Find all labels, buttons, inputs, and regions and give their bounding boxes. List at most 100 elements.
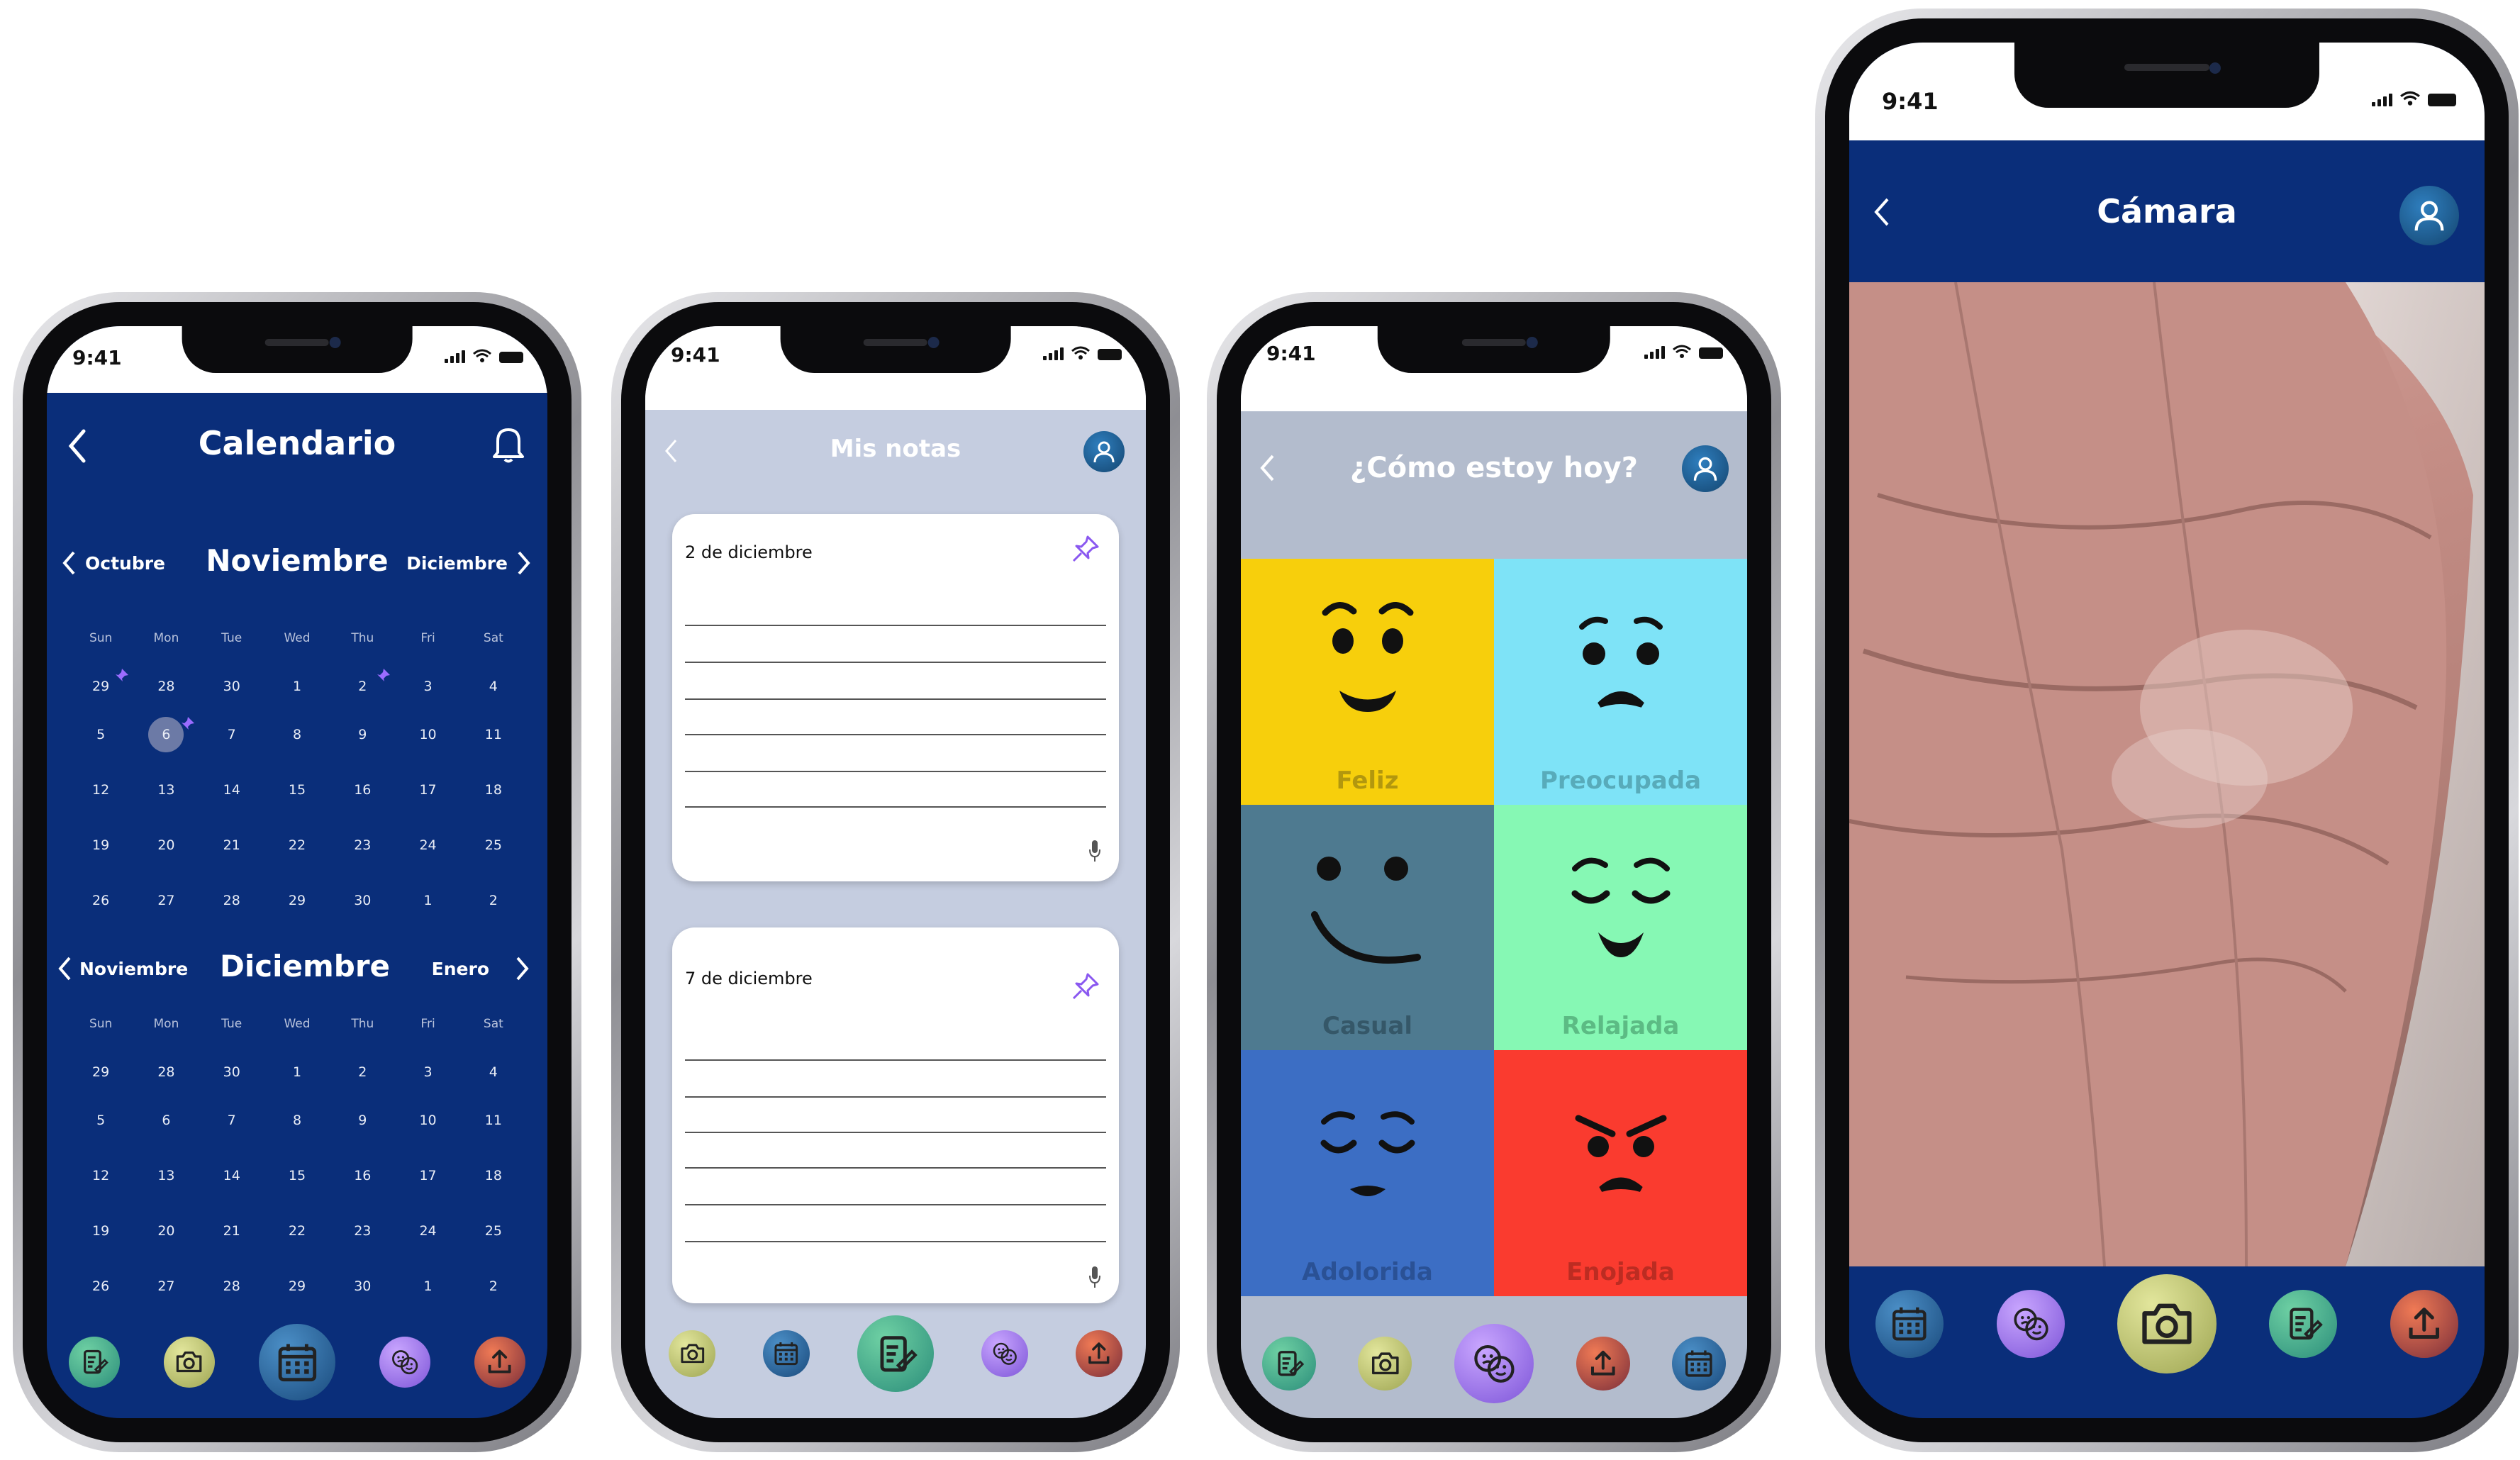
chevron-right-icon[interactable] [515, 956, 530, 981]
calendar-day[interactable]: 28 [199, 886, 264, 942]
mood-enojada[interactable]: Enojada [1494, 1050, 1747, 1296]
calendar-day[interactable]: 28 [133, 1058, 199, 1106]
calendar-day[interactable]: 9 [330, 1106, 395, 1161]
nav-mood-button[interactable] [379, 1337, 430, 1388]
calendar-day[interactable]: 8 [264, 1106, 330, 1161]
calendar-day[interactable]: 4 [461, 672, 526, 720]
nav-upload-button[interactable] [2390, 1290, 2458, 1358]
microphone-icon[interactable] [1088, 1265, 1102, 1289]
next-month-button[interactable]: Enero [432, 959, 489, 979]
calendar-day[interactable]: 22 [264, 831, 330, 886]
calendar-day[interactable]: 20 [133, 831, 199, 886]
nav-notes-button[interactable] [69, 1337, 120, 1388]
chevron-left-icon[interactable] [1258, 454, 1276, 482]
calendar-day[interactable]: 14 [199, 776, 264, 831]
calendar-day[interactable]: 26 [68, 886, 133, 942]
calendar-day[interactable]: 1 [264, 672, 330, 720]
calendar-day[interactable]: 27 [133, 886, 199, 942]
calendar-day[interactable]: 17 [395, 776, 460, 831]
calendar-day[interactable]: 21 [199, 1217, 264, 1272]
calendar-day[interactable]: 3 [395, 1058, 460, 1106]
calendar-day[interactable]: 14 [199, 1161, 264, 1217]
chevron-right-icon[interactable] [516, 550, 532, 576]
nav-notes-button[interactable] [2269, 1290, 2338, 1358]
calendar-day[interactable]: 13 [133, 776, 199, 831]
calendar-day[interactable]: 29 [68, 669, 133, 720]
next-month-button[interactable]: Diciembre [406, 553, 508, 574]
calendar-day[interactable]: 30 [330, 886, 395, 942]
calendar-day[interactable]: 18 [461, 1161, 526, 1217]
calendar-day[interactable]: 7 [199, 720, 264, 776]
calendar-day[interactable]: 16 [330, 776, 395, 831]
chevron-left-icon[interactable] [65, 428, 89, 464]
calendar-day[interactable]: 24 [395, 1217, 460, 1272]
mood-casual[interactable]: Casual [1241, 804, 1494, 1051]
nav-mood-button[interactable] [1454, 1324, 1534, 1403]
calendar-day[interactable]: 10 [395, 720, 460, 776]
chevron-left-icon[interactable] [662, 438, 679, 464]
calendar-day[interactable]: 15 [264, 1161, 330, 1217]
calendar-day[interactable]: 19 [68, 1217, 133, 1272]
nav-upload-button[interactable] [1075, 1330, 1122, 1377]
calendar-day-selected[interactable]: 6 [133, 717, 199, 776]
calendar-day[interactable]: 1 [264, 1058, 330, 1106]
calendar-day[interactable]: 5 [68, 1106, 133, 1161]
nav-calendar-button[interactable] [1672, 1337, 1727, 1391]
calendar-day[interactable]: 1 [395, 886, 460, 942]
nav-camera-button[interactable] [2117, 1274, 2217, 1373]
calendar-day[interactable]: 29 [68, 1058, 133, 1106]
camera-preview[interactable] [1849, 282, 2485, 1266]
calendar-day[interactable]: 30 [199, 1058, 264, 1106]
note-card[interactable]: 2 de diciembre [672, 514, 1119, 881]
nav-calendar-button[interactable] [1875, 1290, 1944, 1358]
calendar-day[interactable]: 11 [461, 1106, 526, 1161]
mood-adolorida[interactable]: Adolorida [1241, 1050, 1494, 1296]
calendar-day[interactable]: 15 [264, 776, 330, 831]
calendar-day[interactable]: 19 [68, 831, 133, 886]
nav-calendar-button[interactable] [763, 1330, 810, 1377]
profile-avatar[interactable] [2399, 186, 2459, 245]
calendar-day[interactable]: 29 [264, 886, 330, 942]
nav-upload-button[interactable] [474, 1337, 525, 1388]
calendar-day[interactable]: 4 [461, 1058, 526, 1106]
calendar-day[interactable]: 3 [395, 672, 460, 720]
calendar-day[interactable]: 21 [199, 831, 264, 886]
mood-relajada[interactable]: Relajada [1494, 804, 1747, 1051]
calendar-day[interactable]: 23 [330, 831, 395, 886]
calendar-day[interactable]: 18 [461, 776, 526, 831]
note-card[interactable]: 7 de diciembre [672, 927, 1119, 1303]
nav-mood-button[interactable] [981, 1330, 1028, 1377]
calendar-day[interactable]: 7 [199, 1106, 264, 1161]
nav-camera-button[interactable] [669, 1330, 716, 1377]
calendar-day[interactable]: 13 [133, 1161, 199, 1217]
chevron-left-icon[interactable] [1872, 197, 1892, 227]
calendar-day[interactable]: 30 [199, 672, 264, 720]
calendar-day[interactable]: 20 [133, 1217, 199, 1272]
calendar-day[interactable]: 25 [461, 1217, 526, 1272]
calendar-day[interactable]: 17 [395, 1161, 460, 1217]
calendar-day[interactable]: 22 [264, 1217, 330, 1272]
nav-notes-button[interactable] [1261, 1337, 1316, 1391]
calendar-day[interactable]: 23 [330, 1217, 395, 1272]
mood-feliz[interactable]: Feliz [1241, 559, 1494, 805]
calendar-day[interactable]: 28 [133, 672, 199, 720]
nav-camera-button[interactable] [1358, 1337, 1412, 1391]
calendar-day[interactable]: 8 [264, 720, 330, 776]
calendar-day[interactable]: 12 [68, 1161, 133, 1217]
calendar-day[interactable]: 12 [68, 776, 133, 831]
calendar-day[interactable]: 16 [330, 1161, 395, 1217]
microphone-icon[interactable] [1088, 839, 1102, 863]
profile-avatar[interactable] [1083, 431, 1125, 472]
calendar-day[interactable]: 6 [133, 1106, 199, 1161]
bell-icon[interactable] [491, 424, 526, 464]
mood-preocupada[interactable]: Preocupada [1494, 559, 1747, 805]
nav-upload-button[interactable] [1576, 1337, 1630, 1391]
nav-camera-button[interactable] [164, 1337, 215, 1388]
nav-calendar-button[interactable] [259, 1324, 335, 1400]
calendar-day[interactable]: 10 [395, 1106, 460, 1161]
calendar-day[interactable]: 2 [330, 669, 395, 720]
calendar-day[interactable]: 24 [395, 831, 460, 886]
calendar-day[interactable]: 2 [461, 886, 526, 942]
calendar-day[interactable]: 2 [330, 1058, 395, 1106]
pin-icon[interactable] [1069, 970, 1102, 1003]
